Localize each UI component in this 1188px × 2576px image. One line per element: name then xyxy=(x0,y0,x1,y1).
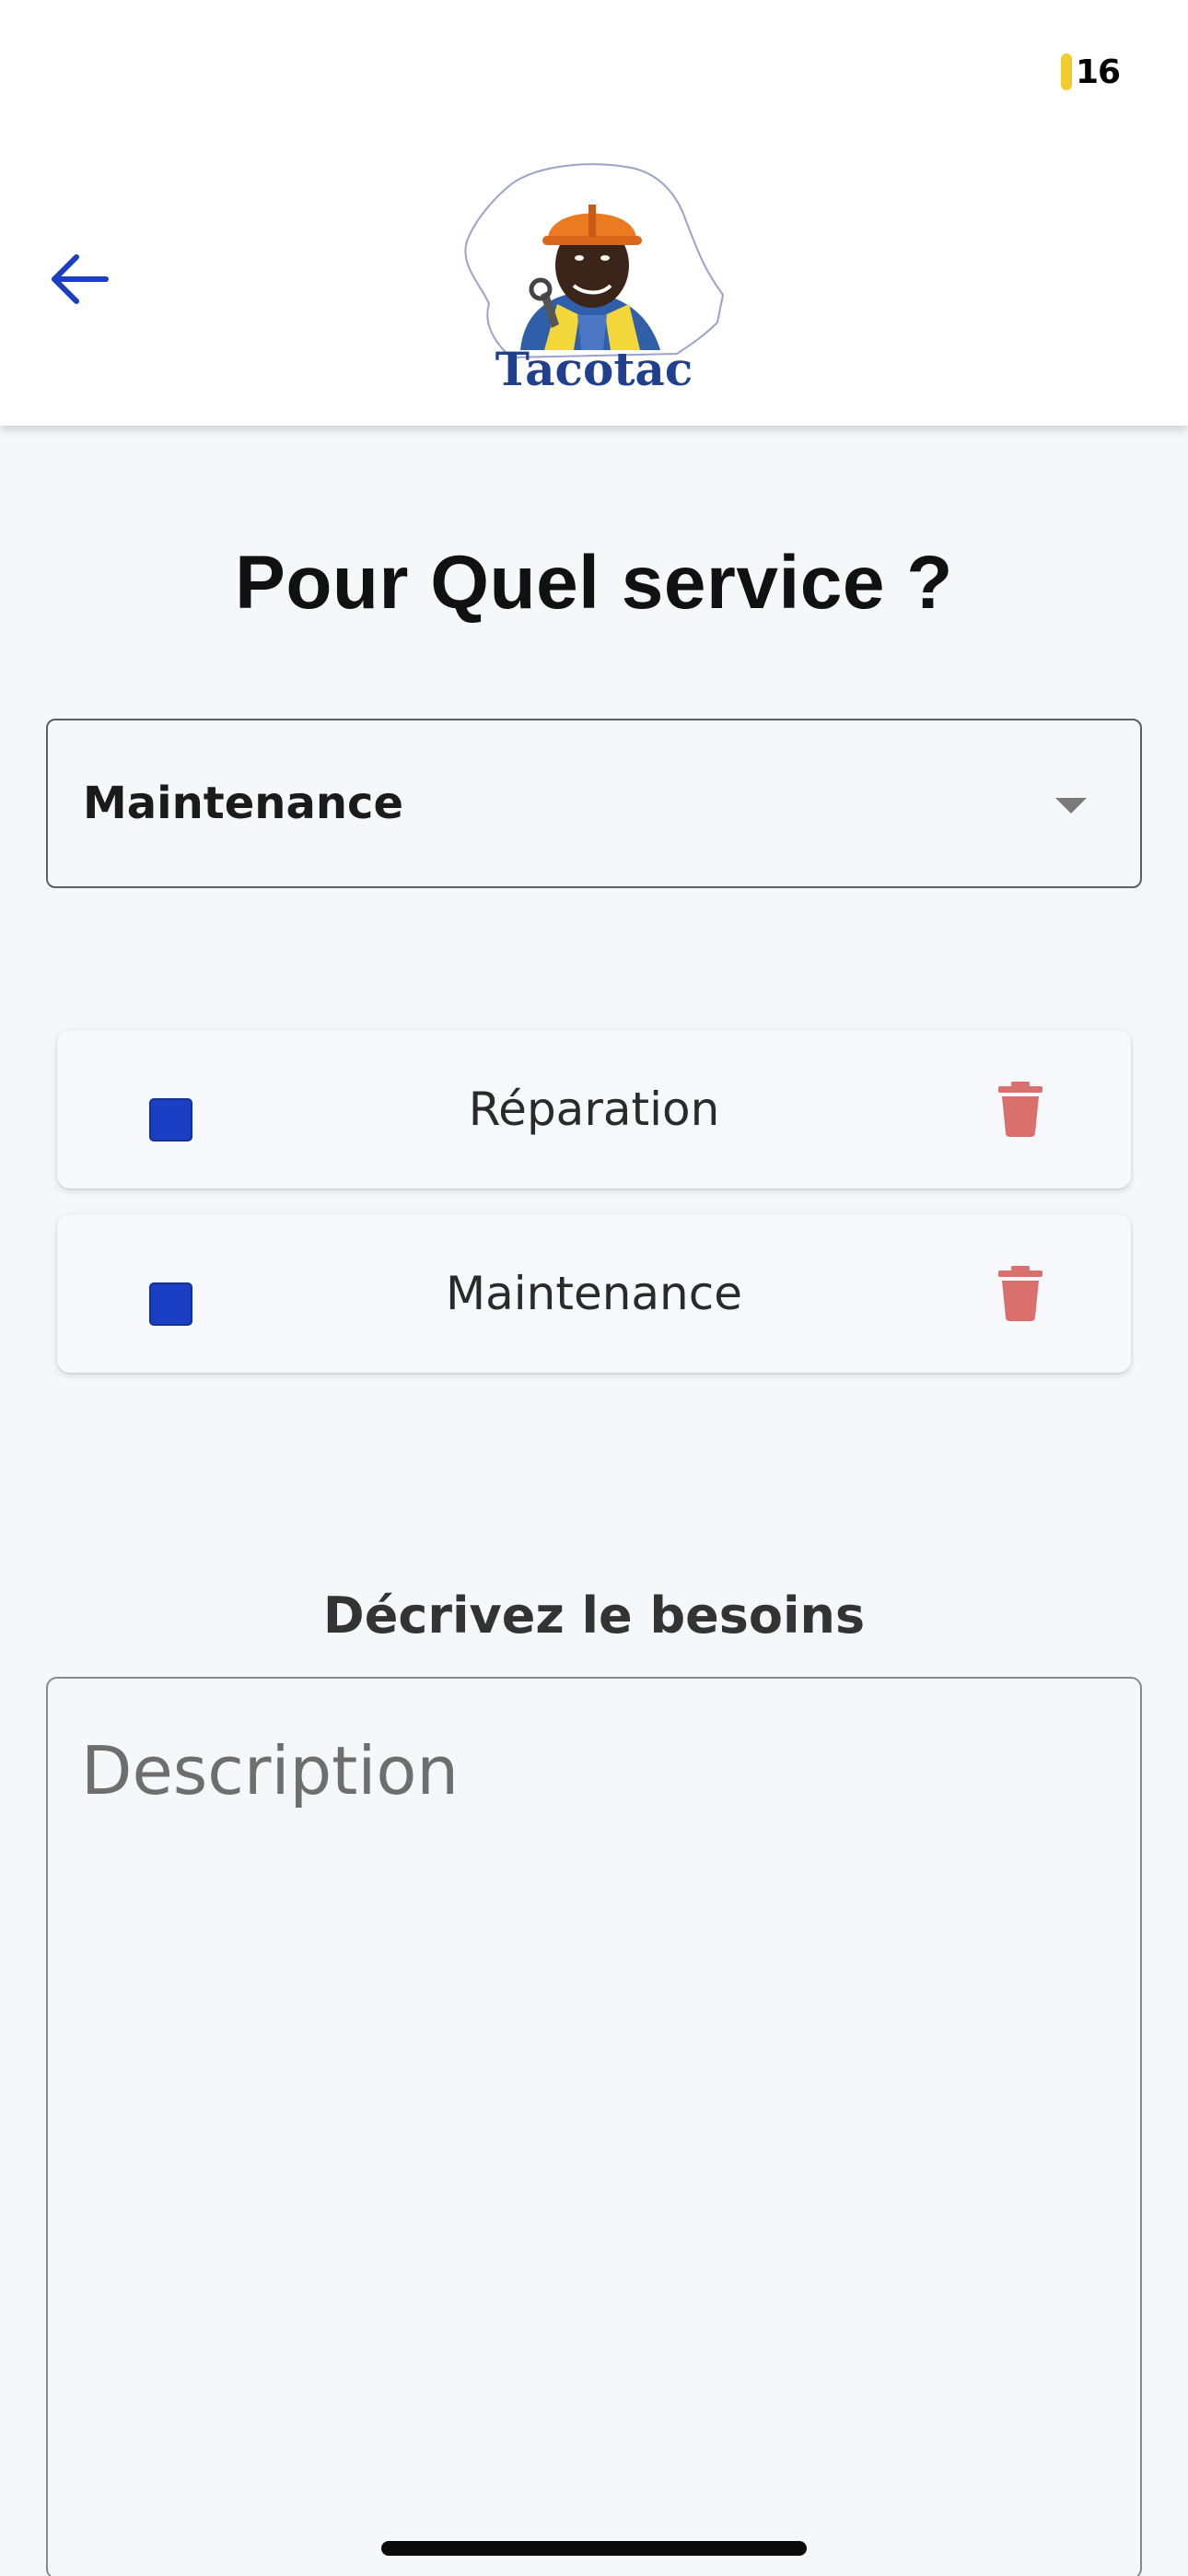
description-heading: Décrivez le besoins xyxy=(322,1587,866,1645)
arrow-left-icon xyxy=(52,254,109,304)
service-label: Maintenance xyxy=(446,1267,742,1320)
description-textarea[interactable]: Description xyxy=(46,1677,1142,2576)
caret-down-icon xyxy=(1055,798,1087,814)
service-item: Maintenance xyxy=(57,1214,1131,1373)
service-select[interactable]: Maintenance xyxy=(46,719,1142,888)
status-badge: 16 xyxy=(1061,52,1121,92)
logo-text: Tacotac xyxy=(495,342,693,396)
app-header: 16 Tacotac xyxy=(0,0,1188,426)
service-checkbox[interactable] xyxy=(149,1282,192,1326)
service-checkbox[interactable] xyxy=(149,1098,192,1142)
trash-icon[interactable] xyxy=(998,1082,1042,1137)
status-number: 16 xyxy=(1076,53,1121,91)
tacotac-logo: Tacotac xyxy=(456,157,732,398)
trash-icon[interactable] xyxy=(998,1266,1042,1321)
home-indicator[interactable] xyxy=(381,2541,807,2556)
service-item: Réparation xyxy=(57,1030,1131,1188)
status-indicator xyxy=(1061,53,1072,90)
service-label: Réparation xyxy=(468,1083,720,1136)
description-placeholder: Description xyxy=(81,1732,460,1809)
screen: 16 Tacotac Pour Quel service ? Maintenan… xyxy=(0,0,1188,2576)
back-button[interactable] xyxy=(42,241,118,317)
page-title: Pour Quel service ? xyxy=(235,541,953,625)
select-value: Maintenance xyxy=(83,778,404,829)
